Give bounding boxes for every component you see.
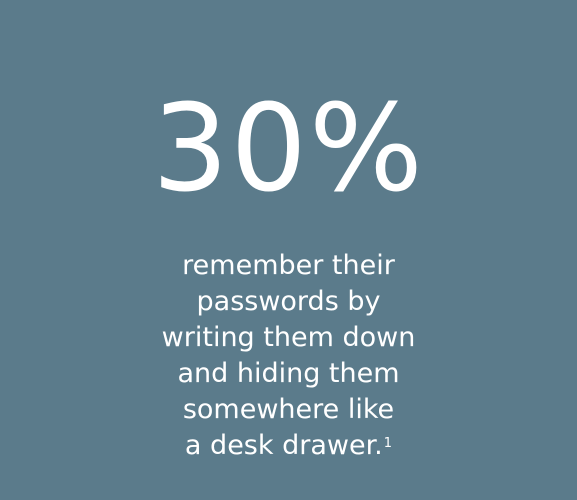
stat-card: 30% remember their passwords by writing …	[0, 0, 577, 500]
caption-line-last: a desk drawer.1	[0, 428, 577, 464]
stat-caption: remember their passwords by writing them…	[0, 248, 577, 464]
caption-line: and hiding them	[177, 358, 400, 389]
stat-value: 30%	[152, 80, 425, 219]
caption-line: somewhere like	[182, 394, 395, 425]
caption-line-text: a desk drawer.	[184, 430, 383, 461]
caption-line: writing them down	[161, 322, 416, 353]
caption-line: passwords by	[196, 286, 381, 317]
caption-line: remember their	[182, 250, 395, 281]
footnote-marker: 1	[383, 436, 393, 451]
